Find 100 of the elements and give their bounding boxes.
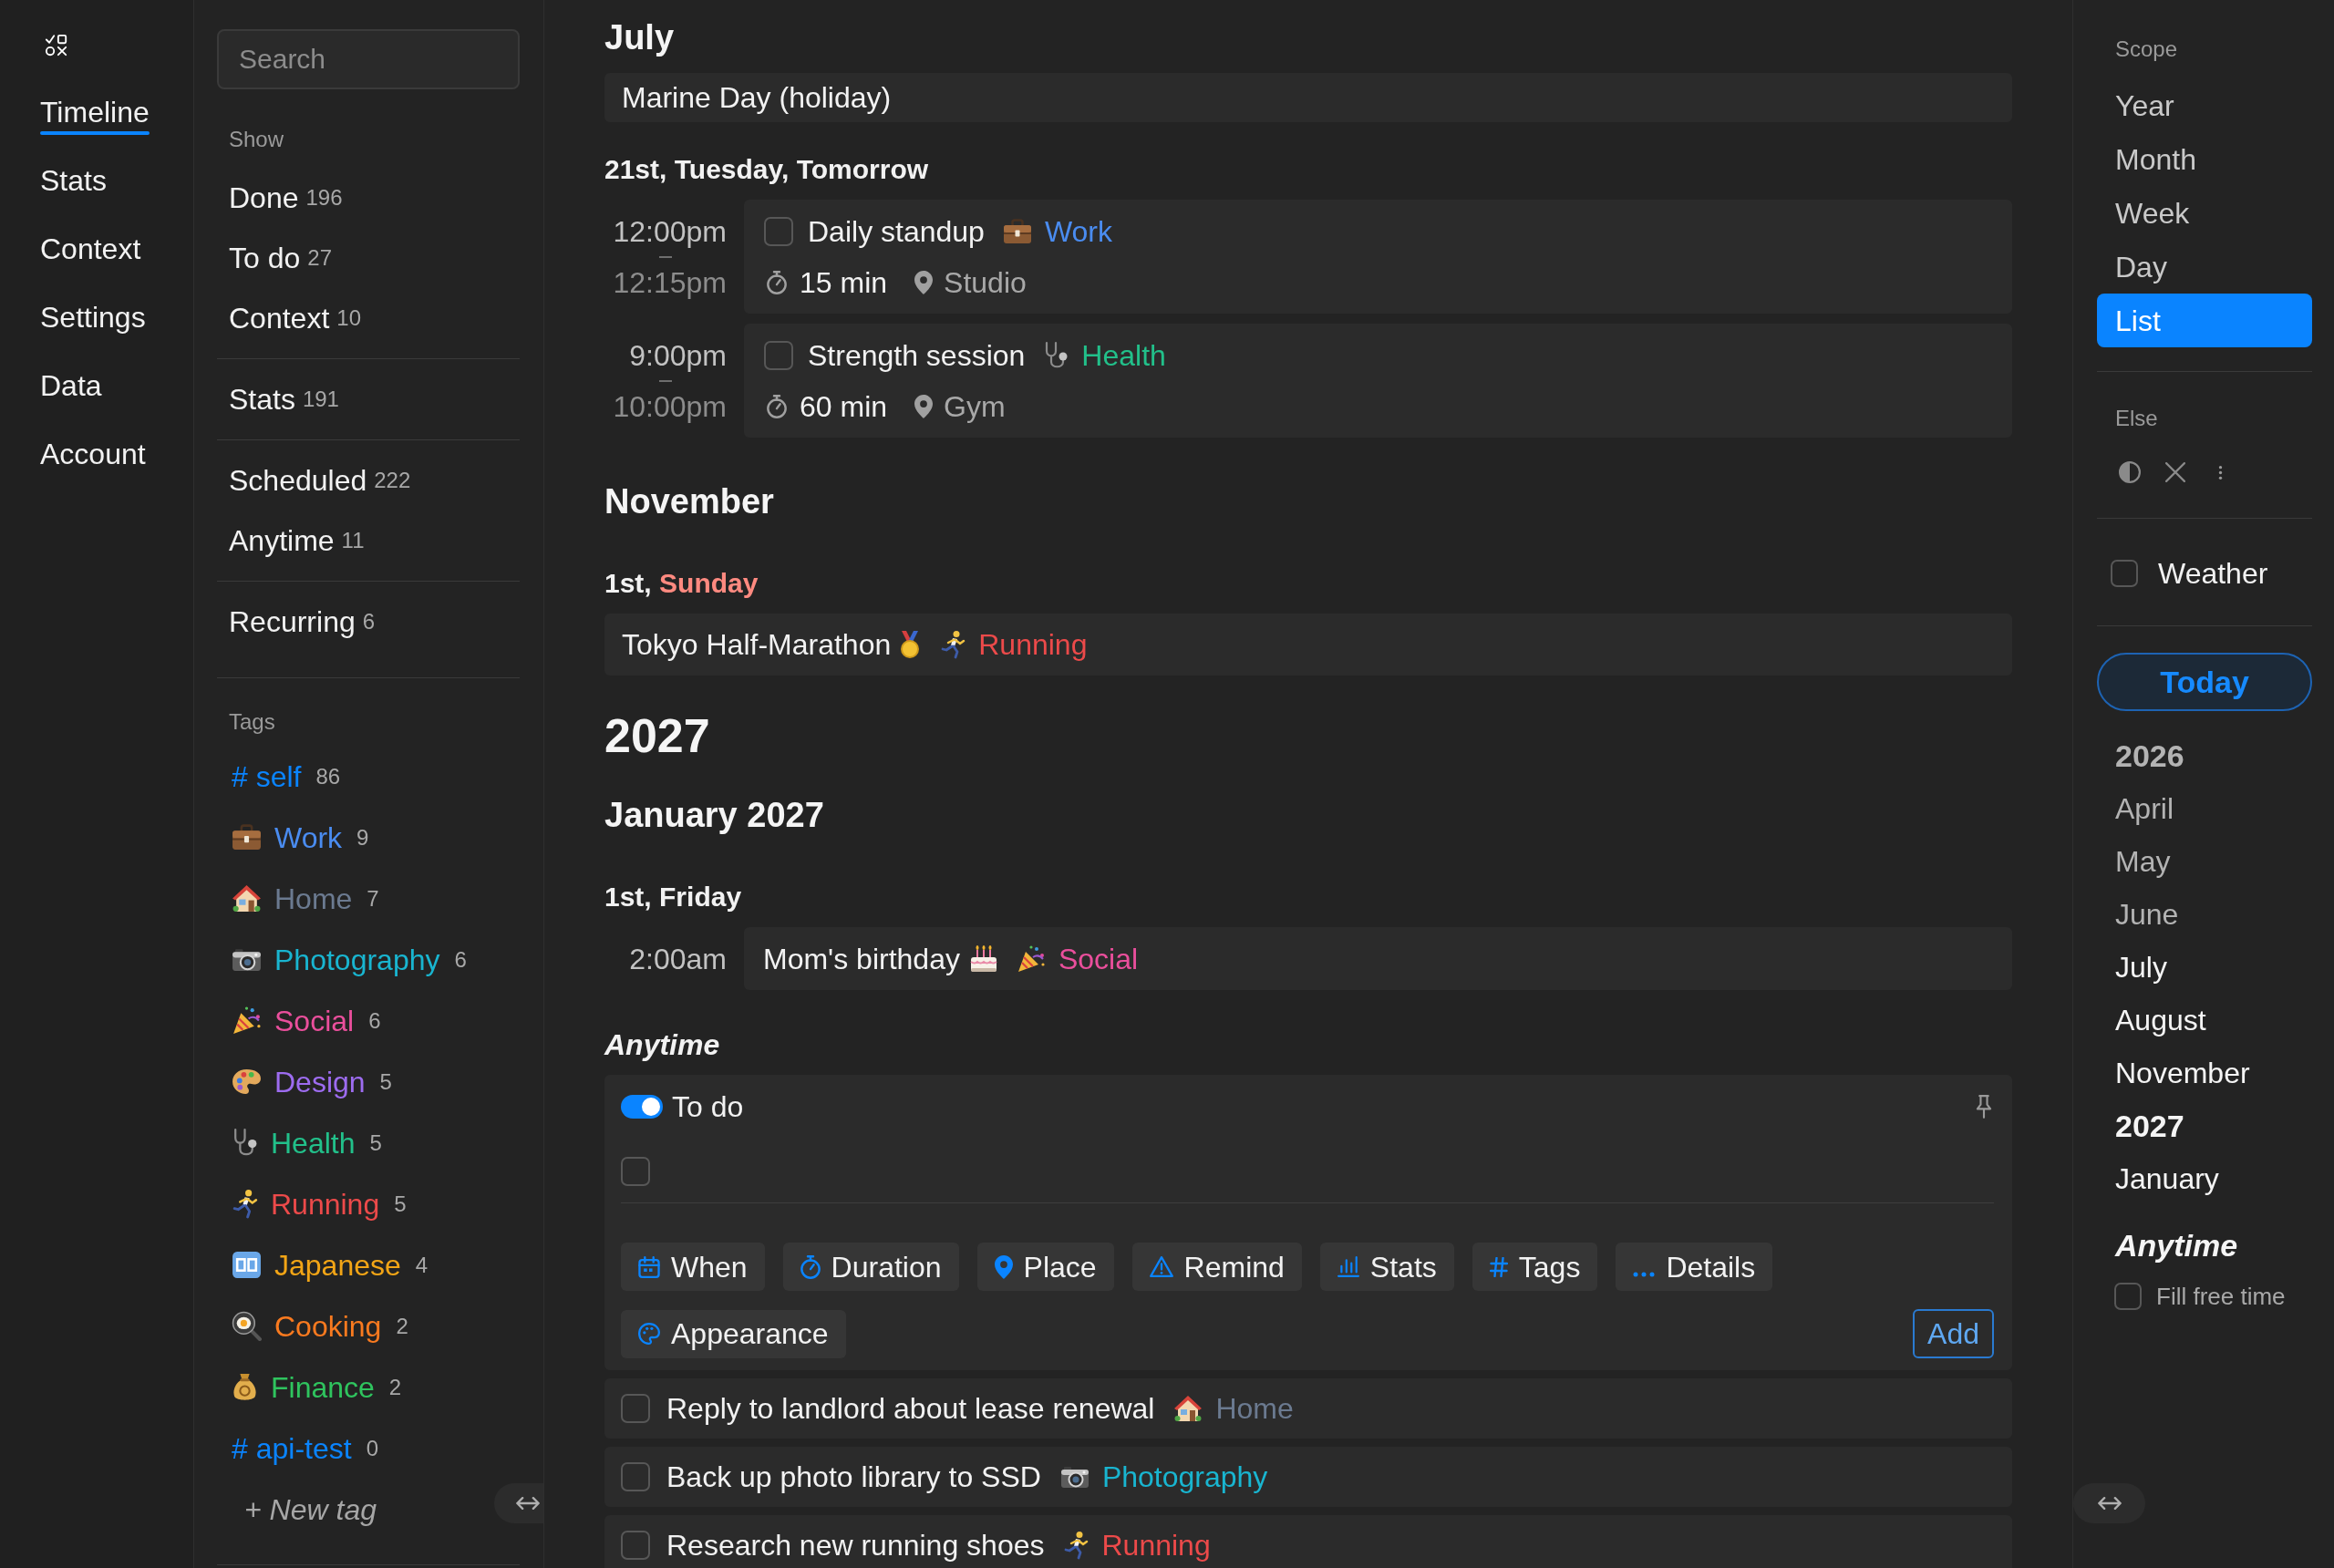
tag-link[interactable]: Finance: [271, 1365, 375, 1409]
new-tag-button[interactable]: + New tag: [244, 1487, 377, 1532]
event-title: Tokyo Half-Marathon: [622, 627, 892, 663]
month-heading: November: [604, 481, 775, 522]
checkbox[interactable]: [764, 341, 793, 370]
jump-link[interactable]: July: [2097, 941, 2312, 994]
scope-option[interactable]: Month: [2097, 132, 2312, 186]
filter-item[interactable]: Context 10: [217, 288, 520, 348]
nav-tab[interactable]: Account: [40, 436, 146, 477]
house-icon: [232, 883, 262, 913]
cake-icon: [968, 944, 998, 974]
jump-link[interactable]: January: [2097, 1152, 2312, 1205]
tag-link[interactable]: # self: [232, 754, 302, 799]
close-icon[interactable]: [2165, 462, 2185, 482]
stethoscope-icon: [232, 1128, 258, 1158]
option-button[interactable]: Remind: [1131, 1243, 1302, 1291]
checkbox-label: Weather: [2158, 556, 2268, 592]
tag-label: Home: [1215, 1391, 1294, 1427]
warning-icon: [1149, 1256, 1173, 1277]
task-title: Reply to landlord about lease renewal: [666, 1391, 1155, 1427]
scope-option[interactable]: List: [2097, 294, 2312, 347]
day-heading: 1st, Sunday: [604, 567, 759, 600]
tag-link[interactable]: Japanese: [274, 1243, 401, 1287]
jump-link[interactable]: May: [2097, 835, 2312, 888]
tag-count: 4: [415, 1251, 429, 1279]
nav-tab[interactable]: Context: [40, 231, 141, 272]
tag-link[interactable]: Design: [274, 1059, 366, 1104]
checkbox[interactable]: [621, 1531, 650, 1560]
checkbox[interactable]: [621, 1462, 650, 1491]
filter-item[interactable]: Recurring 6: [217, 592, 520, 652]
filter-item[interactable]: To do 27: [217, 228, 520, 288]
tag-count: 7: [367, 884, 379, 913]
option-button[interactable]: Appearance: [621, 1309, 846, 1358]
tag-link[interactable]: Cooking: [274, 1304, 382, 1348]
section-label: Tags: [228, 708, 276, 736]
scope-option[interactable]: Day: [2097, 240, 2312, 294]
checkbox[interactable]: [2111, 560, 2138, 587]
place-text: Gym: [944, 389, 1006, 425]
nav-tab[interactable]: Stats: [40, 162, 107, 203]
option-button[interactable]: When: [621, 1243, 765, 1291]
scope-option[interactable]: Year: [2097, 78, 2312, 132]
option-button[interactable]: Duration: [782, 1243, 959, 1291]
end-time: 10:00pm: [613, 389, 727, 425]
horizontal-arrows-icon: [2097, 1497, 2122, 1510]
nav-tab[interactable]: Timeline: [40, 94, 150, 135]
tag-link[interactable]: Social: [274, 998, 355, 1043]
event-title: Daily standup: [808, 214, 985, 250]
jump-link[interactable]: 2027: [2097, 1099, 2312, 1152]
jump-link[interactable]: April: [2097, 782, 2312, 835]
month-heading: July: [604, 17, 676, 58]
house-icon: [1173, 1394, 1203, 1423]
more-icon[interactable]: [2218, 464, 2223, 480]
pushpin-icon[interactable]: [1976, 1095, 1992, 1119]
scope-option[interactable]: Week: [2097, 186, 2312, 240]
toggle-switch[interactable]: [621, 1095, 663, 1119]
filter-item[interactable]: Anytime 11: [217, 511, 520, 571]
nav-tab[interactable]: Settings: [40, 299, 146, 340]
option-button[interactable]: Details: [1616, 1243, 1773, 1291]
today-button[interactable]: Today: [2097, 653, 2312, 711]
tag-label: Health: [1081, 338, 1166, 374]
resize-handle[interactable]: [2073, 1483, 2145, 1523]
jump-link[interactable]: November: [2097, 1047, 2312, 1099]
nav-tab[interactable]: Data: [40, 367, 102, 408]
checkbox[interactable]: [2114, 1283, 2142, 1310]
search-field[interactable]: Search: [217, 29, 520, 89]
filter-item[interactable]: Scheduled 222: [217, 450, 520, 511]
duration-text: 15 min: [800, 265, 888, 301]
event-title: Mom's birthday: [763, 942, 960, 977]
tag-link[interactable]: Photography: [274, 937, 440, 982]
section-label: Else: [2114, 405, 2159, 432]
toggle-label: To do: [672, 1089, 744, 1125]
option-button[interactable]: Stats: [1319, 1243, 1454, 1291]
contrast-icon[interactable]: [2119, 461, 2141, 483]
option-button[interactable]: Tags: [1472, 1243, 1598, 1291]
add-button[interactable]: Add: [1913, 1309, 1994, 1358]
tag-count: 9: [356, 823, 369, 851]
resize-handle[interactable]: [494, 1483, 543, 1523]
tag-link[interactable]: Home: [274, 876, 353, 921]
tag-link[interactable]: Work: [274, 815, 343, 860]
tag-count: 86: [315, 762, 341, 790]
checkbox[interactable]: [764, 217, 793, 246]
medal-icon: [900, 630, 921, 659]
tag-link[interactable]: Running: [271, 1181, 380, 1226]
jump-link[interactable]: Anytime: [2097, 1219, 2312, 1272]
tag-link[interactable]: # api-test: [232, 1426, 352, 1470]
checkbox[interactable]: [621, 1394, 650, 1423]
place-text: Studio: [944, 265, 1027, 301]
jump-link[interactable]: 2026: [2097, 729, 2312, 782]
tag-link[interactable]: Health: [271, 1120, 356, 1165]
tag-count: 6: [454, 945, 467, 974]
filter-item[interactable]: Stats 191: [217, 369, 520, 429]
jump-link[interactable]: August: [2097, 994, 2312, 1047]
jump-link[interactable]: June: [2097, 888, 2312, 941]
checkbox[interactable]: [621, 1157, 650, 1186]
holiday-banner: Marine Day (holiday): [604, 73, 2012, 122]
calendar-icon: [638, 1255, 660, 1278]
option-button[interactable]: Place: [976, 1243, 1114, 1291]
palette-icon: [232, 1067, 262, 1097]
pin-icon: [914, 395, 934, 418]
filter-item[interactable]: Done 196: [217, 168, 520, 228]
